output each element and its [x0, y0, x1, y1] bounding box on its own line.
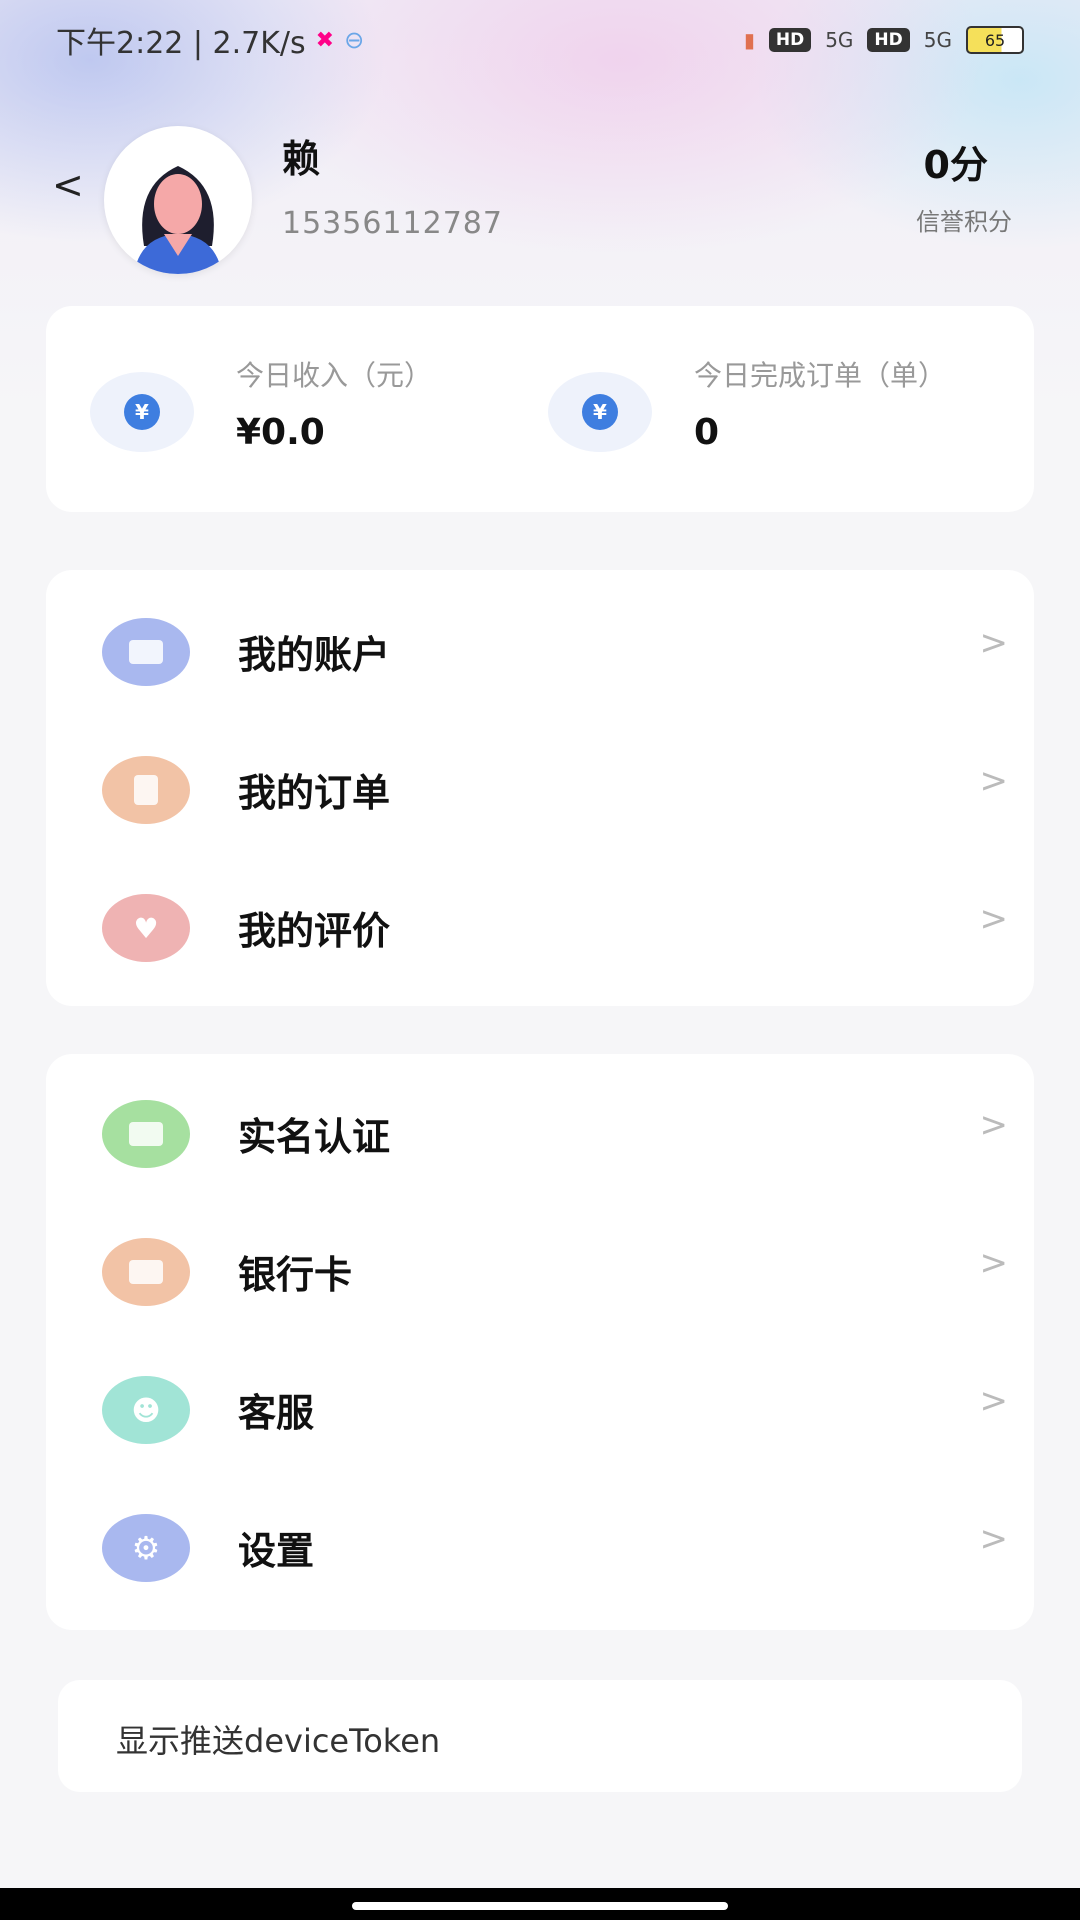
menu-item-label: 实名认证: [238, 1115, 391, 1159]
chevron-right-icon: >: [979, 1243, 1009, 1283]
money-bag-icon: ¥: [548, 372, 652, 452]
profile-header: < 赖 15356112787 0分 信誉积分: [0, 110, 1080, 274]
back-arrow-icon[interactable]: <: [52, 166, 84, 204]
home-indicator[interactable]: [352, 1902, 728, 1910]
menu-item-label: 我的评价: [238, 909, 391, 953]
id-card-icon: [102, 1100, 190, 1168]
status-bar: 下午2:22 | 2.7K/s ✖ ⊖ ▮ HD 5G HD 5G 65: [0, 0, 1080, 80]
chevron-right-icon: >: [979, 623, 1009, 663]
order-clipboard-icon: [102, 756, 190, 824]
menu-item-label: 我的账户: [238, 633, 391, 677]
signal-1-label: 5G: [825, 28, 854, 52]
menu-item-settings[interactable]: ⚙ 设置 >: [46, 1488, 1034, 1604]
stat-label: 今日完成订单（单）: [694, 359, 947, 392]
stat-value: ¥0.0: [236, 412, 325, 453]
message-icon: ⊖: [344, 26, 365, 54]
user-name: 赖: [282, 137, 321, 181]
menu-group-orders: 我的账户 > 我的订单 > ♥ 我的评价 >: [46, 570, 1034, 1006]
alarm-icon: ▮: [743, 28, 755, 52]
menu-item-label: 客服: [238, 1391, 315, 1435]
chevron-right-icon: >: [979, 899, 1009, 939]
review-heart-icon: ♥: [102, 894, 190, 962]
menu-item-label: 银行卡: [238, 1253, 353, 1297]
account-card-icon: [102, 618, 190, 686]
menu-item-customer-service[interactable]: ☻ 客服 >: [46, 1350, 1034, 1466]
menu-item-my-account[interactable]: 我的账户 >: [46, 592, 1034, 708]
credit-score-label: 信誉积分: [916, 208, 1012, 236]
menu-group-services: 实名认证 > 银行卡 > ☻ 客服 > ⚙ 设置 >: [46, 1054, 1034, 1630]
menu-item-my-reviews[interactable]: ♥ 我的评价 >: [46, 868, 1034, 984]
signal-2-label: 5G: [923, 28, 952, 52]
settings-gear-icon: ⚙: [102, 1514, 190, 1582]
today-stats-card: ¥ 今日收入（元） ¥0.0 ¥ 今日完成订单（单） 0: [46, 306, 1034, 512]
menu-item-label: 设置: [238, 1529, 315, 1573]
device-token-label: 显示推送deviceToken: [116, 1722, 441, 1760]
notification-icon: ✖: [315, 27, 335, 53]
battery-icon: 65: [966, 26, 1024, 54]
chevron-right-icon: >: [979, 1381, 1009, 1421]
user-phone: 15356112787: [282, 206, 503, 241]
hd-badge-2: HD: [867, 28, 910, 52]
stat-label: 今日收入（元）: [236, 359, 433, 392]
credit-score-value: 0分: [923, 143, 988, 187]
avatar[interactable]: [104, 126, 252, 274]
stat-orders: ¥ 今日完成订单（单） 0: [504, 306, 994, 512]
chevron-right-icon: >: [979, 1105, 1009, 1145]
stat-income: ¥ 今日收入（元） ¥0.0: [46, 306, 536, 512]
chevron-right-icon: >: [979, 761, 1009, 801]
bank-card-icon: [102, 1238, 190, 1306]
menu-item-real-name-verification[interactable]: 实名认证 >: [46, 1074, 1034, 1190]
menu-item-my-orders[interactable]: 我的订单 >: [46, 730, 1034, 846]
menu-item-bank-card[interactable]: 银行卡 >: [46, 1212, 1034, 1328]
status-time-speed: 下午2:22 | 2.7K/s: [56, 26, 306, 61]
chevron-right-icon: >: [979, 1519, 1009, 1559]
menu-item-label: 我的订单: [238, 771, 391, 815]
show-device-token-button[interactable]: 显示推送deviceToken: [58, 1680, 1022, 1792]
customer-service-icon: ☻: [102, 1376, 190, 1444]
stat-value: 0: [694, 412, 720, 453]
hd-badge-1: HD: [768, 28, 812, 52]
money-bag-icon: ¥: [90, 372, 194, 452]
avatar-woman-icon: [134, 166, 222, 274]
